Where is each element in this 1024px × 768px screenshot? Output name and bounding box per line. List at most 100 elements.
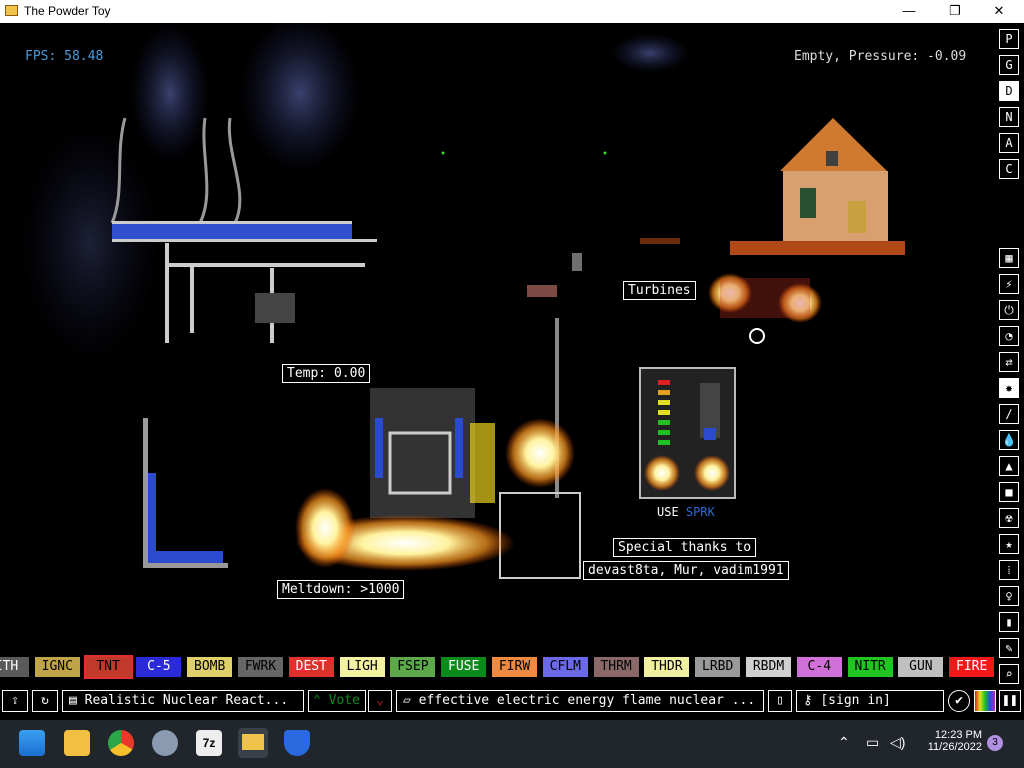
element-gun[interactable]: GUN (898, 657, 944, 677)
use-label: USE (657, 505, 679, 519)
element-bomb[interactable]: BOMB (187, 657, 233, 677)
search-icon[interactable]: ⌕ (999, 664, 1019, 684)
sign-contributors[interactable]: devast8ta, Mur, vadim1991 (583, 561, 789, 580)
save-title: Realistic Nuclear React... (84, 693, 289, 708)
vote-label: Vote (328, 693, 360, 708)
render-options-icon[interactable] (974, 690, 996, 712)
reload-icon[interactable]: ↻ (32, 690, 58, 712)
open-save-icon[interactable]: ⇪ (2, 690, 28, 712)
category-tools-icon[interactable]: ▮ (999, 612, 1019, 632)
element-ith[interactable]: ITH (0, 657, 29, 677)
start-icon[interactable] (19, 730, 45, 756)
category-explosives-icon[interactable]: ✸ (999, 378, 1019, 398)
tags-button[interactable]: ▱ effective electric energy flame nuclea… (396, 690, 764, 712)
sign-meltdown[interactable]: Meltdown: >1000 (277, 580, 405, 599)
element-thdr[interactable]: THDR (644, 657, 690, 677)
simulation-scene (20, 23, 905, 579)
render-mode-a[interactable]: A (999, 133, 1019, 153)
pressure-readout: Empty, Pressure: -0.09 (794, 49, 967, 64)
save-doc-icon: ▤ (69, 693, 85, 708)
render-mode-d[interactable]: D (999, 81, 1019, 101)
fps-counter: FPS: 58.48 (25, 49, 104, 64)
close-button[interactable]: ✕ (976, 0, 1022, 23)
sign-in-button[interactable]: ⚷ [sign in] (796, 690, 944, 712)
clock-date: 11/26/2022 (927, 741, 982, 753)
element-fwrk[interactable]: FWRK (238, 657, 283, 677)
element-nitr[interactable]: NITR (847, 657, 893, 677)
element-ignc[interactable]: IGNC (34, 657, 80, 677)
new-file-icon[interactable]: ▯ (768, 690, 792, 712)
network-icon[interactable]: ▭ (866, 734, 879, 751)
category-solids-icon[interactable]: ■ (999, 482, 1019, 502)
defender-shield-icon[interactable] (284, 730, 310, 756)
element-ligh[interactable]: LIGH (339, 657, 385, 677)
element-lrbd[interactable]: LRBD (695, 657, 741, 677)
sign-special-thanks[interactable]: Special thanks to (613, 538, 757, 557)
simulation-canvas[interactable]: FPS: 58.48 Empty, Pressure: -0.09 Turbin… (0, 23, 996, 655)
file-explorer-icon[interactable] (64, 730, 90, 756)
element-rbdm[interactable]: RBDM (746, 657, 791, 677)
powder-toy-glyph-icon (242, 734, 264, 750)
clock[interactable]: 12:23 PM 11/26/2022 (918, 729, 982, 753)
render-mode-g[interactable]: G (999, 55, 1019, 75)
sign-in-label: [sign in] (820, 693, 891, 708)
category-radioactive-icon[interactable]: ☢ (999, 508, 1019, 528)
render-mode-n[interactable]: N (999, 107, 1019, 127)
category-life-icon[interactable]: ♀ (999, 586, 1019, 606)
app-icon (5, 5, 18, 16)
category-special-icon[interactable]: ★ (999, 534, 1019, 554)
category-gases-icon[interactable]: ∕ (999, 404, 1019, 424)
settings-gear-icon[interactable] (152, 730, 178, 756)
element-c-4[interactable]: C-4 (796, 657, 842, 677)
minimize-button[interactable]: — (886, 0, 932, 23)
sign-use-sprk: USE SPRK (657, 505, 715, 519)
element-tnt[interactable]: TNT (83, 655, 133, 679)
category-particles-icon[interactable]: ⁞ (999, 560, 1019, 580)
tags-text: effective electric energy flame nuclear … (418, 693, 756, 708)
element-cflm[interactable]: CFLM (542, 657, 588, 677)
element-thrm[interactable]: THRM (593, 657, 639, 677)
chevron-up-icon[interactable]: ⌃ (838, 734, 850, 751)
element-fire[interactable]: FIRE (949, 657, 995, 677)
category-electronics-icon[interactable]: ⚡ (999, 274, 1019, 294)
render-mode-c[interactable]: C (999, 159, 1019, 179)
right-toolbar: P G D N A C ▦ ⚡ ⏻ ◔ ⇄ ✸ ∕ 💧 ▲ ■ ☢ ★ ⁞ ♀ … (996, 23, 1024, 713)
element-fsep[interactable]: FSEP (390, 657, 436, 677)
tag-icon: ▱ (403, 693, 419, 708)
bottom-bar: ⇪ ↻ ▤ Realistic Nuclear React... ⌃ Vote … (0, 689, 1024, 713)
vote-up-icon: ⌃ (313, 693, 329, 708)
taskbar: 7z ⌃ ▭ ◁) 12:23 PM 11/26/2022 3 (0, 720, 1024, 768)
category-force-icon[interactable]: ⇄ (999, 352, 1019, 372)
element-firw[interactable]: FIRW (492, 657, 537, 677)
window-title: The Powder Toy (24, 4, 111, 18)
title-bar: The Powder Toy — ❐ ✕ (0, 0, 1024, 23)
key-icon: ⚷ (803, 693, 821, 708)
sprk-label: SPRK (685, 505, 715, 519)
vote-down-button[interactable]: ⌄ (368, 690, 392, 712)
category-favorites-icon[interactable]: ✎ (999, 638, 1019, 658)
sign-temp[interactable]: Temp: 0.00 (282, 364, 371, 383)
category-powders-icon[interactable]: ▲ (999, 456, 1019, 476)
category-sensors-icon[interactable]: ◔ (999, 326, 1019, 346)
element-palette: ITHIGNCTNTC-5BOMBFWRKDESTLIGHFSEPFUSEFIR… (0, 655, 996, 679)
element-fuse[interactable]: FUSE (441, 657, 487, 677)
7zip-icon[interactable]: 7z (196, 730, 222, 756)
category-walls-icon[interactable]: ▦ (999, 248, 1019, 268)
notification-badge[interactable]: 3 (987, 735, 1003, 751)
clock-time: 12:23 PM (934, 729, 982, 741)
powder-toy-taskbar-icon[interactable] (238, 728, 268, 758)
render-mode-p[interactable]: P (999, 29, 1019, 49)
maximize-button[interactable]: ❐ (932, 0, 978, 23)
chrome-icon[interactable] (108, 730, 134, 756)
sign-turbines[interactable]: Turbines (623, 281, 696, 300)
element-dest[interactable]: DEST (288, 657, 334, 677)
category-powered-icon[interactable]: ⏻ (999, 300, 1019, 320)
category-liquids-icon[interactable]: 💧 (999, 430, 1019, 450)
settings-check-icon[interactable]: ✔ (948, 690, 970, 712)
pause-button[interactable]: ❚❚ (999, 690, 1021, 712)
element-c-5[interactable]: C-5 (136, 657, 182, 677)
vote-up-button[interactable]: ⌃ Vote (308, 690, 366, 712)
brush-cursor-icon (749, 328, 765, 344)
volume-icon[interactable]: ◁) (890, 734, 905, 751)
save-title-button[interactable]: ▤ Realistic Nuclear React... (62, 690, 304, 712)
